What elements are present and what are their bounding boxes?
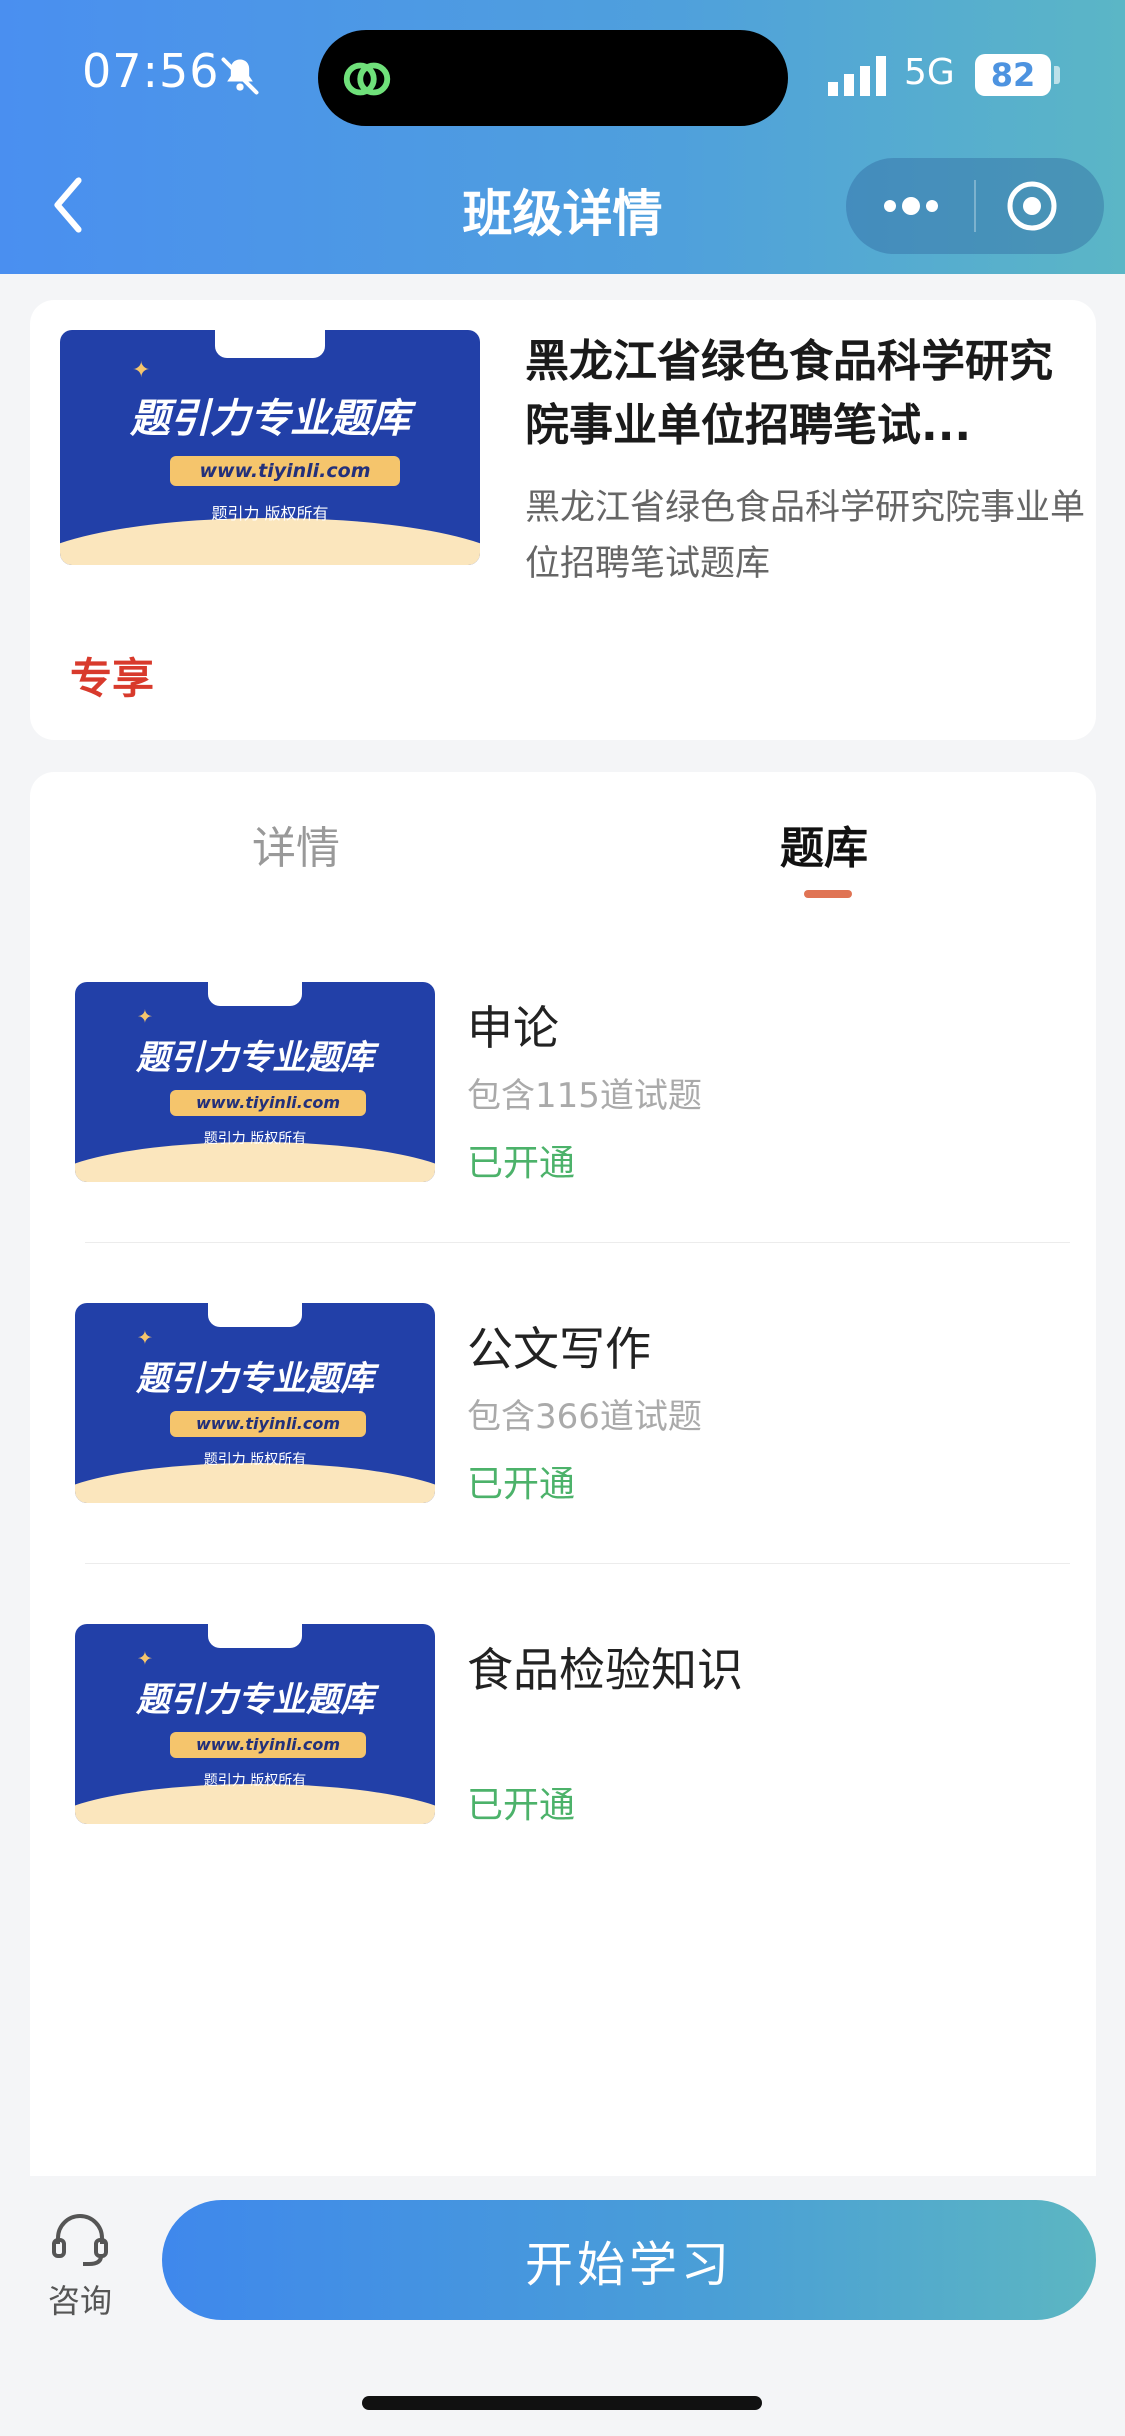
- banner-title: 题引力专业题库: [136, 1038, 374, 1078]
- active-tab-indicator: [804, 890, 852, 898]
- bank-question-count: 包含115道试题: [467, 1076, 702, 1116]
- banner-title: 题引力专业题库: [130, 396, 410, 442]
- banner-copyright: 题引力 版权所有: [203, 1773, 307, 1789]
- question-bank-item[interactable]: ✦ 题引力专业题库 www.tiyinli.com 题引力 版权所有 食品检验知…: [30, 1624, 1096, 1884]
- tab-details[interactable]: 详情: [252, 812, 340, 876]
- headset-icon: [52, 2214, 108, 2266]
- status-time: 07:56: [82, 44, 220, 98]
- banner-url: www.tiyinli.com: [170, 1732, 366, 1758]
- signal-icon: [828, 56, 886, 96]
- banner-url: www.tiyinli.com: [170, 456, 400, 486]
- star-icon: ✦: [137, 1006, 153, 1028]
- consult-button[interactable]: 咨询: [44, 2212, 116, 2322]
- banner-wave: [60, 518, 480, 565]
- bank-name: 食品检验知识: [467, 1643, 743, 1697]
- network-label: 5G: [904, 52, 955, 93]
- battery-icon: 82: [975, 54, 1051, 96]
- home-indicator: [362, 2396, 762, 2410]
- banner-copyright: 题引力 版权所有: [211, 504, 329, 523]
- capsule-divider: [974, 180, 976, 232]
- question-bank-item[interactable]: ✦ 题引力专业题库 www.tiyinli.com 题引力 版权所有 公文写作 …: [30, 1303, 1096, 1563]
- banner-wave: [75, 1784, 435, 1824]
- star-icon: ✦: [137, 1648, 153, 1670]
- more-icon[interactable]: [876, 182, 946, 230]
- row-divider: [85, 1563, 1070, 1564]
- start-learning-button[interactable]: 开始学习: [162, 2200, 1096, 2320]
- bank-cover-image: ✦ 题引力专业题库 www.tiyinli.com 题引力 版权所有: [75, 982, 435, 1182]
- question-bank-item[interactable]: ✦ 题引力专业题库 www.tiyinli.com 题引力 版权所有 申论 包含…: [30, 982, 1096, 1242]
- battery-tip: [1054, 66, 1060, 84]
- banner-tab: [208, 982, 302, 1006]
- bell-muted-icon: [221, 57, 259, 95]
- star-icon: ✦: [132, 358, 151, 383]
- content-panel: 详情 题库 ✦ 题引力专业题库 www.tiyinli.com 题引力 版权所有…: [30, 772, 1096, 2192]
- course-description: 黑龙江省绿色食品科学研究院事业单位招聘笔试题库: [525, 488, 1086, 584]
- banner-tab: [208, 1624, 302, 1648]
- banner-title: 题引力专业题库: [136, 1680, 374, 1720]
- bank-status: 已开通: [467, 1464, 576, 1505]
- banner-copyright: 题引力 版权所有: [203, 1452, 307, 1468]
- star-icon: ✦: [137, 1327, 153, 1349]
- close-miniprogram-icon[interactable]: [1002, 176, 1062, 236]
- banner-url: www.tiyinli.com: [170, 1090, 366, 1116]
- course-cover-image: ✦ 题引力专业题库 www.tiyinli.com 题引力 版权所有: [60, 330, 480, 565]
- bank-cover-image: ✦ 题引力专业题库 www.tiyinli.com 题引力 版权所有: [75, 1624, 435, 1824]
- app-link-icon: [343, 62, 391, 96]
- dynamic-island: [318, 30, 788, 126]
- banner-wave: [75, 1142, 435, 1182]
- banner-tab: [208, 1303, 302, 1327]
- status-bar: 07:56 5G 82: [0, 0, 1125, 150]
- banner-copyright: 题引力 版权所有: [203, 1131, 307, 1147]
- banner-title: 题引力专业题库: [136, 1359, 374, 1399]
- exclusive-badge: 专享: [70, 654, 155, 703]
- tab-question-bank[interactable]: 题库: [780, 812, 868, 876]
- bank-status: 已开通: [467, 1143, 576, 1184]
- banner-url: www.tiyinli.com: [170, 1411, 366, 1437]
- miniprogram-capsule: [846, 158, 1104, 254]
- bank-name: 公文写作: [467, 1322, 651, 1376]
- bank-name: 申论: [467, 1001, 559, 1055]
- bank-question-count: 包含366道试题: [467, 1397, 702, 1437]
- banner-tab: [215, 330, 325, 359]
- bank-status: 已开通: [467, 1785, 576, 1826]
- row-divider: [85, 1242, 1070, 1243]
- consult-label: 咨询: [47, 2282, 112, 2320]
- course-title: 黑龙江省绿色食品科学研究院事业单位招聘笔试...: [525, 336, 1053, 451]
- banner-wave: [75, 1463, 435, 1503]
- header: 07:56 5G 82 班级详情: [0, 0, 1125, 274]
- course-card: ✦ 题引力专业题库 www.tiyinli.com 题引力 版权所有 黑龙江省绿…: [30, 300, 1096, 740]
- bank-cover-image: ✦ 题引力专业题库 www.tiyinli.com 题引力 版权所有: [75, 1303, 435, 1503]
